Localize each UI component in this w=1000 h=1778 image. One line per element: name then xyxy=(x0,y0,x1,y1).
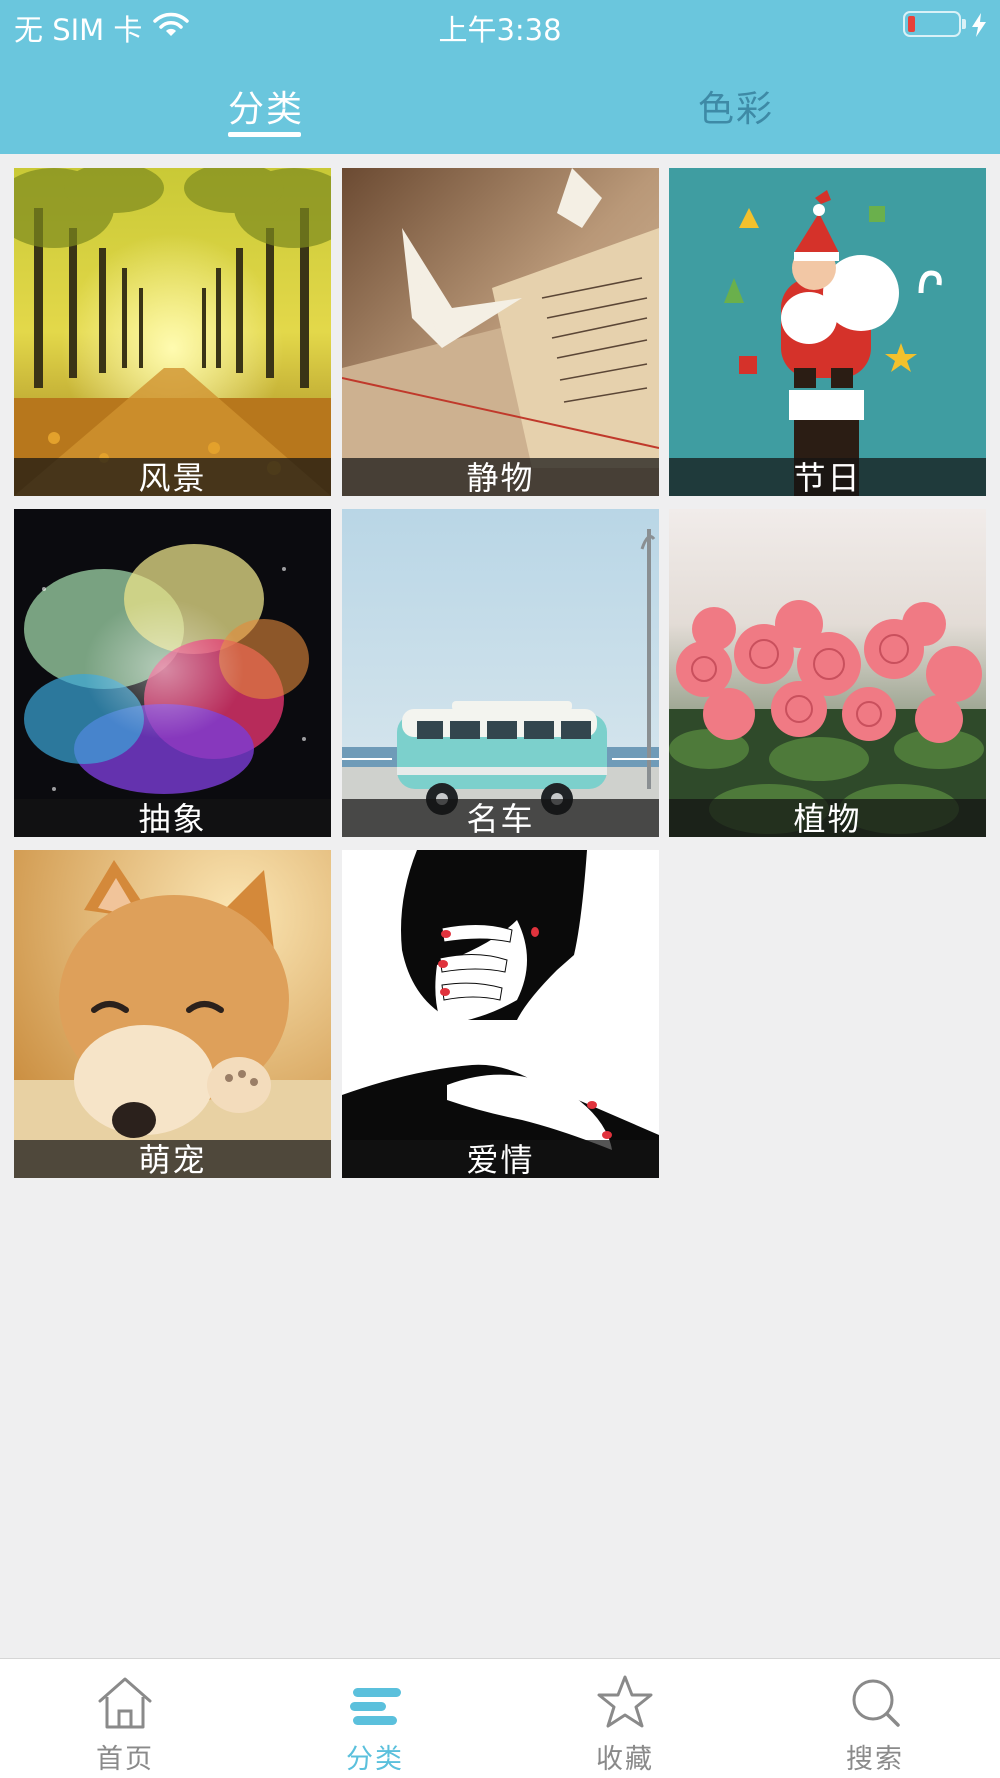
tab-favorites-label: 收藏 xyxy=(596,1744,654,1775)
category-tile-scenery[interactable]: 风景 xyxy=(14,168,331,496)
tab-category[interactable]: 分类 xyxy=(228,80,304,132)
tab-color[interactable]: 色彩 xyxy=(698,80,774,132)
top-tab-bar: 分类 色彩 xyxy=(0,50,1000,154)
category-tile-classic-car[interactable]: 名车 xyxy=(342,509,659,837)
tab-search[interactable]: 搜索 xyxy=(750,1659,1000,1778)
battery-low-icon xyxy=(903,11,961,37)
love-image xyxy=(342,850,659,1178)
tile-label: 爱情 xyxy=(342,1140,659,1178)
tile-label: 风景 xyxy=(14,458,331,496)
header: 无 SIM 卡 上午3:38 分类 色彩 xyxy=(0,0,1000,154)
scenery-image xyxy=(14,168,331,496)
category-tile-love[interactable]: 爱情 xyxy=(342,850,659,1178)
abstract-image xyxy=(14,509,331,837)
festival-image xyxy=(669,168,986,496)
plants-image xyxy=(669,509,986,837)
tile-label: 植物 xyxy=(669,799,986,837)
classic-car-image xyxy=(342,509,659,837)
tile-label: 抽象 xyxy=(14,799,331,837)
pets-image xyxy=(14,850,331,1178)
tab-home[interactable]: 首页 xyxy=(0,1659,250,1778)
tab-search-label: 搜索 xyxy=(846,1744,904,1775)
category-tile-plants[interactable]: 植物 xyxy=(669,509,986,837)
active-tab-indicator xyxy=(228,132,301,137)
tab-home-label: 首页 xyxy=(96,1744,154,1775)
tile-label: 名车 xyxy=(342,799,659,837)
category-tile-pets[interactable]: 萌宠 xyxy=(14,850,331,1178)
status-bar: 无 SIM 卡 上午3:38 xyxy=(0,0,1000,50)
category-tile-abstract[interactable]: 抽象 xyxy=(14,509,331,837)
tab-favorites[interactable]: 收藏 xyxy=(500,1659,750,1778)
home-icon xyxy=(98,1677,152,1729)
tile-label: 萌宠 xyxy=(14,1140,331,1178)
still-life-image xyxy=(342,168,659,496)
battery-nub xyxy=(962,19,966,29)
bottom-tab-bar: 首页 分类 收藏 搜索 xyxy=(0,1658,1000,1778)
tab-category-label: 分类 xyxy=(346,1744,404,1775)
tab-category-bottom[interactable]: 分类 xyxy=(250,1659,500,1778)
clock: 上午3:38 xyxy=(438,13,562,47)
star-icon xyxy=(597,1675,653,1728)
category-tile-still-life[interactable]: 静物 xyxy=(342,168,659,496)
category-tile-festival[interactable]: 节日 xyxy=(669,168,986,496)
search-icon xyxy=(852,1679,900,1727)
category-list-icon xyxy=(350,1688,401,1725)
charging-bolt-icon xyxy=(972,13,986,37)
tile-label: 节日 xyxy=(669,458,986,496)
tile-label: 静物 xyxy=(342,458,659,496)
